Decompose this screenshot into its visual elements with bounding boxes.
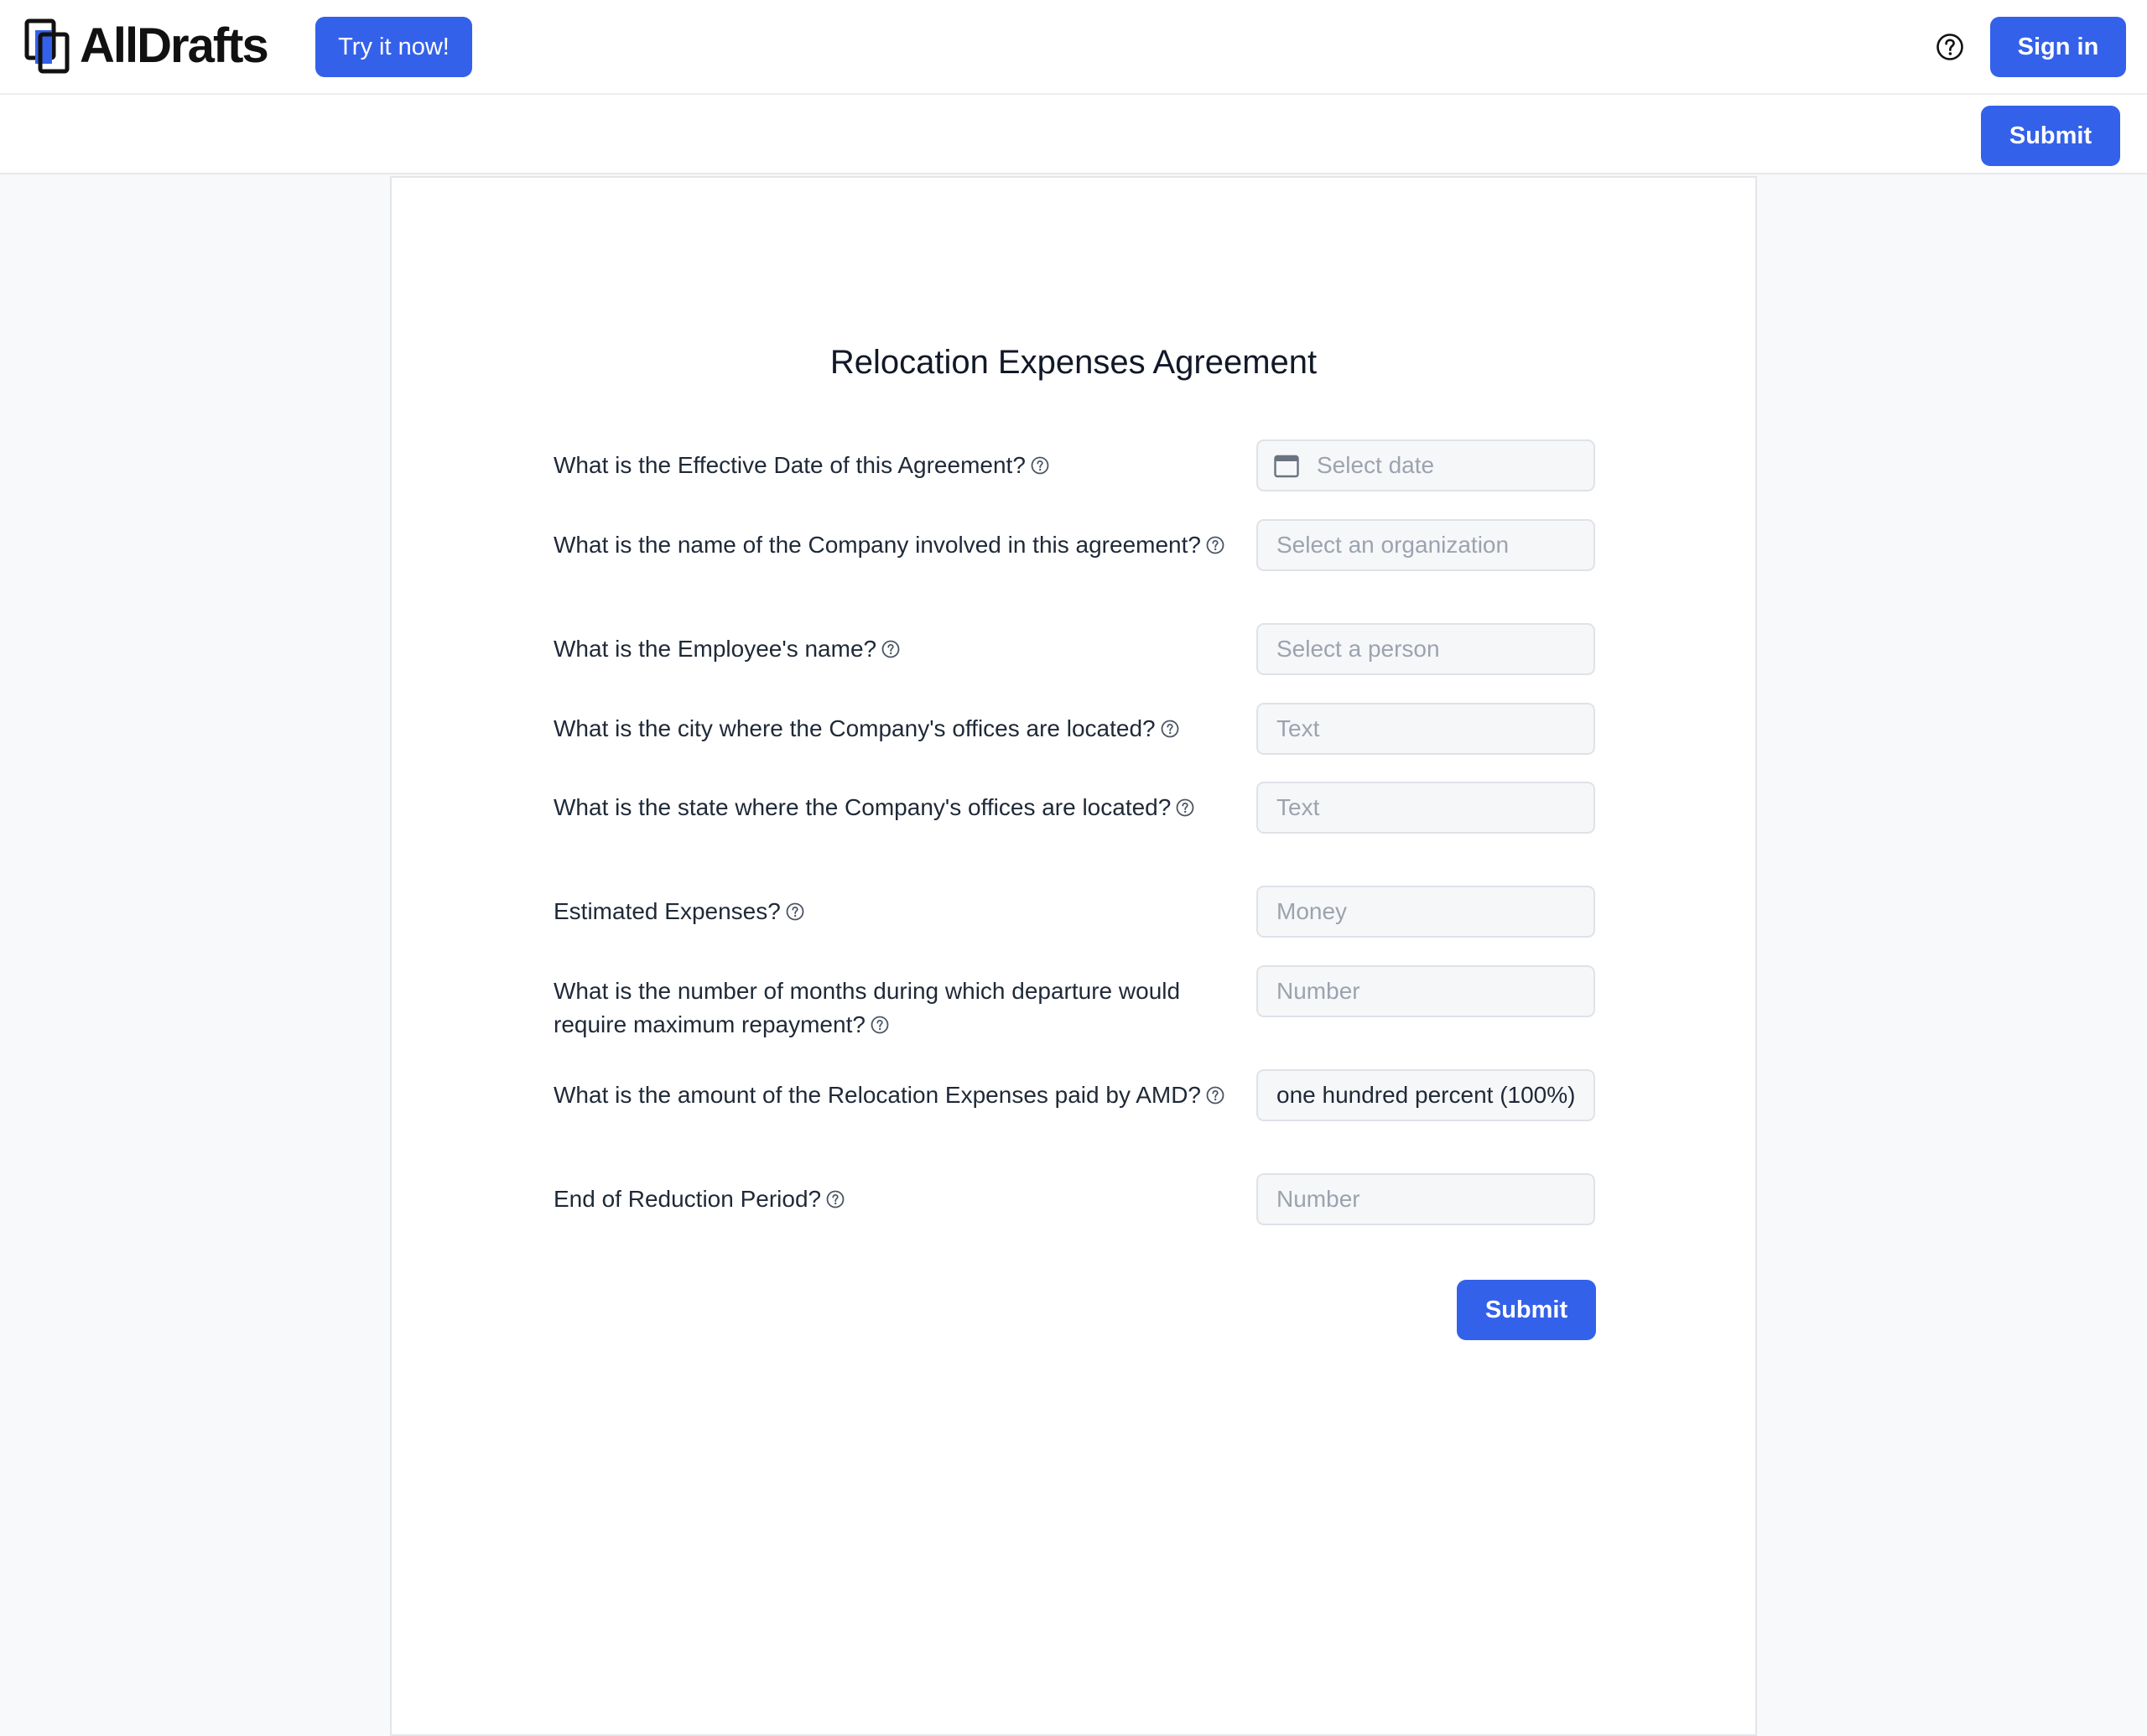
- help-icon[interactable]: [1160, 719, 1180, 739]
- brand-logo[interactable]: AllDrafts: [24, 18, 269, 74]
- question-label-company-city: What is the city where the Company's off…: [554, 712, 1241, 746]
- document-card: Relocation Expenses Agreement What is th…: [390, 176, 1757, 1736]
- alldrafts-logo-icon: [24, 18, 70, 74]
- try-it-now-button[interactable]: Try it now!: [315, 17, 472, 77]
- help-icon[interactable]: [1175, 798, 1195, 818]
- question-label-reduction-period: End of Reduction Period?: [554, 1182, 1241, 1216]
- question-label-repayment-months: What is the number of months during whic…: [554, 978, 1181, 1037]
- question-label-employee-name: What is the Employee's name?: [554, 632, 1241, 666]
- help-icon[interactable]: [825, 1189, 845, 1209]
- help-icon[interactable]: [785, 902, 805, 922]
- relocation-amount-field[interactable]: [1256, 1069, 1595, 1121]
- action-bar: Submit: [0, 95, 2147, 174]
- page-title: Relocation Expenses Agreement: [829, 344, 1318, 381]
- help-icon[interactable]: [1030, 455, 1050, 476]
- help-icon[interactable]: [870, 1015, 890, 1035]
- question-label-company: What is the name of the Company involved…: [554, 528, 1241, 562]
- company-state-field[interactable]: [1256, 782, 1595, 834]
- top-navigation: AllDrafts Try it now! Sign in: [0, 0, 2147, 95]
- question-label-relocation-amount: What is the amount of the Relocation Exp…: [554, 1079, 1241, 1112]
- company-city-field[interactable]: [1256, 703, 1595, 755]
- effective-date-field[interactable]: [1256, 439, 1595, 491]
- question-label-company-state: What is the state where the Company's of…: [554, 791, 1241, 824]
- help-icon[interactable]: [1205, 1085, 1225, 1105]
- estimated-expenses-money-field[interactable]: [1256, 886, 1595, 938]
- sign-in-button[interactable]: Sign in: [1990, 17, 2126, 77]
- question-circle-icon[interactable]: [1936, 33, 1964, 61]
- submit-button[interactable]: Submit: [1457, 1280, 1596, 1340]
- reduction-period-number-field[interactable]: [1256, 1173, 1595, 1225]
- question-label-estimated-expenses: Estimated Expenses?: [554, 895, 1241, 928]
- submit-button-top[interactable]: Submit: [1981, 106, 2120, 166]
- question-label-effective-date: What is the Effective Date of this Agree…: [554, 449, 1241, 482]
- help-icon[interactable]: [1205, 535, 1225, 555]
- employee-person-select[interactable]: [1256, 623, 1595, 675]
- repayment-months-number-field[interactable]: [1256, 965, 1595, 1017]
- help-icon[interactable]: [881, 639, 901, 659]
- brand-name: AllDrafts: [80, 18, 269, 73]
- company-organization-select[interactable]: [1256, 519, 1595, 571]
